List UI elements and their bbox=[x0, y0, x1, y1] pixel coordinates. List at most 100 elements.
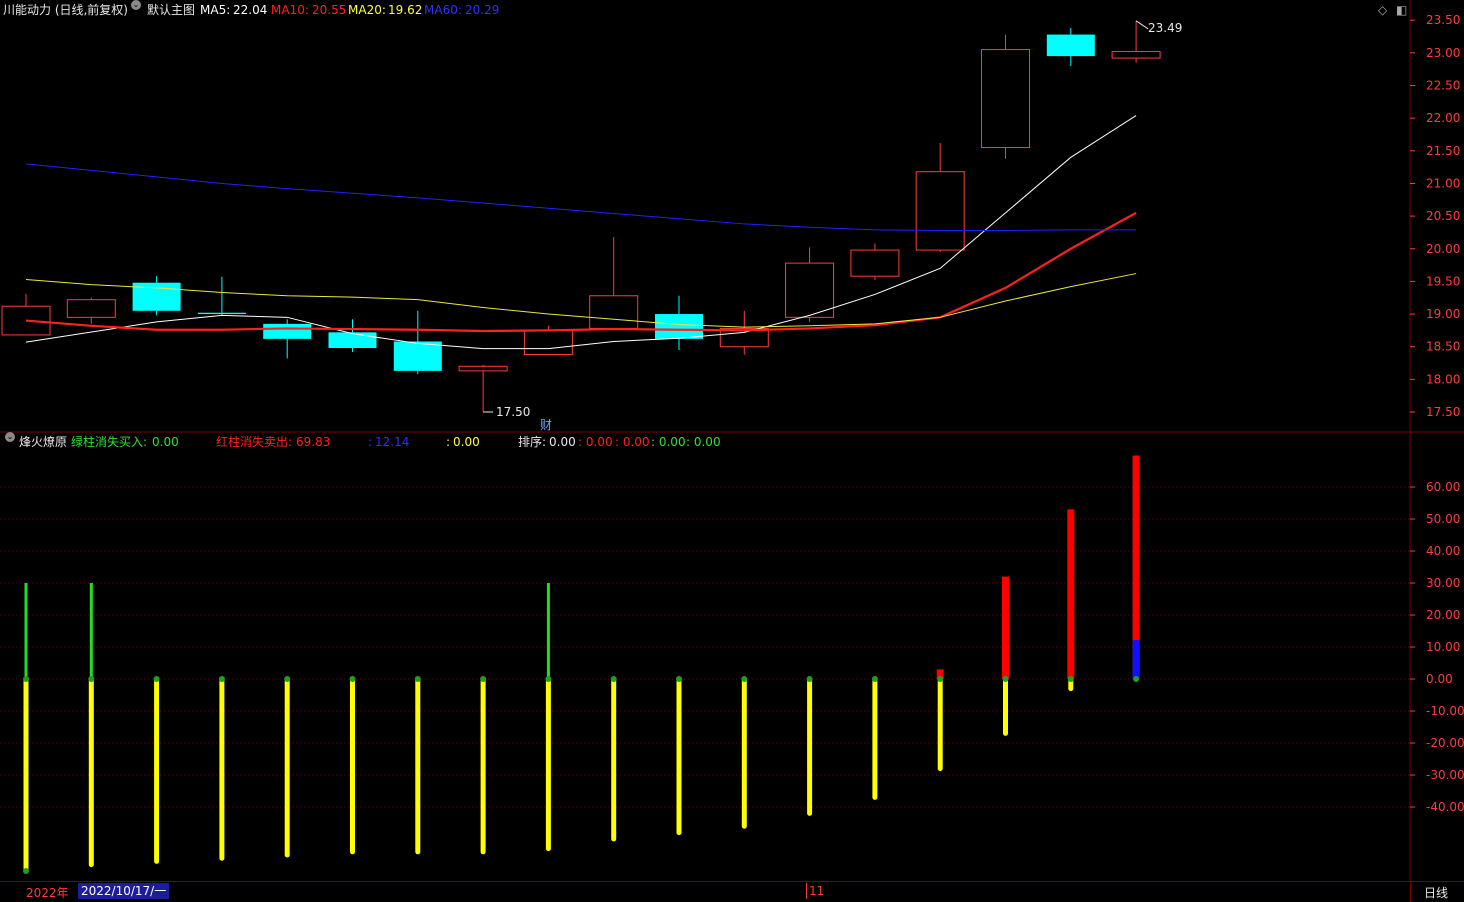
high-price-label: 23.49 bbox=[1148, 21, 1183, 35]
indicator-axis: 60.00 50.00 40.00 30.00 20.00 10.00 0.00 -10.00… bbox=[1410, 480, 1464, 814]
blue-label: : bbox=[368, 435, 373, 449]
low-price-label: 17.50 bbox=[496, 405, 531, 419]
month-divider bbox=[806, 883, 807, 899]
candle-body bbox=[981, 49, 1030, 149]
candle-body bbox=[1111, 51, 1161, 59]
yellow-label: : bbox=[446, 435, 451, 449]
high-price-pointer bbox=[1135, 20, 1149, 30]
blue-value: 12.14 bbox=[375, 435, 410, 449]
price-tick-label: 19.00 bbox=[1426, 307, 1460, 321]
indicator-tick-label: 30.00 bbox=[1426, 576, 1460, 590]
indicator-tick-label: -30.00 bbox=[1426, 768, 1464, 782]
window-restore-icon[interactable]: ◧ bbox=[1396, 0, 1407, 20]
zero-dot bbox=[88, 676, 95, 682]
price-tick-label: 20.50 bbox=[1426, 209, 1460, 223]
candle-body bbox=[328, 332, 377, 349]
moving-average-lines bbox=[25, 115, 1137, 350]
zero-dot bbox=[676, 676, 682, 682]
zero-dot bbox=[610, 676, 617, 682]
sort-value: 0.00 bbox=[549, 435, 576, 449]
price-tick-label: 21.50 bbox=[1426, 144, 1460, 158]
annotations bbox=[483, 20, 1149, 413]
stock-title[interactable]: 川能动力 (日线,前复权) bbox=[3, 0, 128, 20]
extra-value-3: : 0.00 bbox=[651, 435, 686, 449]
ma-line-ma60 bbox=[25, 163, 1137, 231]
candle-body bbox=[458, 365, 508, 372]
zero-dot bbox=[218, 676, 225, 682]
indicator-tick-label: 60.00 bbox=[1426, 480, 1460, 494]
candle-body bbox=[655, 314, 703, 339]
candle-body bbox=[589, 295, 639, 329]
price-tick-label: 20.00 bbox=[1426, 242, 1460, 256]
indicator-tick-label: 20.00 bbox=[1426, 608, 1460, 622]
extra-value-1: : 0.00 bbox=[578, 435, 613, 449]
price-tick-label: 22.00 bbox=[1426, 111, 1460, 125]
candlestick-series bbox=[1, 20, 1161, 412]
cursor-date: 2022/10/17/一 bbox=[78, 883, 170, 899]
financial-report-marker[interactable]: 财 bbox=[540, 416, 552, 433]
candle-body bbox=[66, 299, 116, 318]
candle-body bbox=[197, 312, 246, 315]
ma5-value: 22.04 bbox=[233, 3, 268, 17]
time-axis-bar: 2022年 2022/10/17/一 11 bbox=[0, 881, 1410, 902]
price-tick-label: 18.50 bbox=[1426, 340, 1460, 354]
zero-dot bbox=[414, 676, 421, 682]
indicator-tick-label: -10.00 bbox=[1426, 704, 1464, 718]
low-dot bbox=[23, 868, 29, 874]
price-axis: 23.50 23.00 22.50 22.00 21.50 21.00 20.50 20.00… bbox=[1410, 13, 1460, 419]
zero-dot bbox=[937, 676, 944, 682]
zero-dot bbox=[806, 676, 813, 682]
indicator-tick-label: 50.00 bbox=[1426, 512, 1460, 526]
price-tick-label: 17.50 bbox=[1426, 405, 1460, 419]
ma20-value: 19.62 bbox=[388, 3, 423, 17]
indicator-tick-label: -40.00 bbox=[1426, 800, 1464, 814]
price-tick-label: 23.50 bbox=[1426, 13, 1460, 27]
zero-dot bbox=[284, 676, 291, 682]
zero-dot bbox=[1133, 676, 1140, 682]
diamond-icon[interactable]: ◇ bbox=[1378, 0, 1387, 20]
candle-body bbox=[393, 341, 442, 371]
ma10-value: 20.55 bbox=[312, 3, 347, 17]
zero-dot bbox=[23, 676, 29, 682]
zero-dot bbox=[480, 676, 487, 682]
candle-body bbox=[263, 323, 312, 339]
indicator-name[interactable]: 烽火燎原 bbox=[19, 432, 67, 452]
zero-dot bbox=[153, 676, 160, 682]
period-selector[interactable]: 日线 bbox=[1410, 881, 1464, 902]
candle-body bbox=[1046, 34, 1095, 57]
indicator-bars bbox=[23, 455, 1140, 874]
price-tick-label: 18.00 bbox=[1426, 372, 1460, 386]
year-label: 2022年 bbox=[26, 886, 69, 900]
ma-line-ma5 bbox=[25, 115, 1137, 350]
zero-dot bbox=[741, 676, 748, 682]
month-label: 11 bbox=[809, 884, 825, 898]
indicator-tick-label: 0.00 bbox=[1426, 672, 1453, 686]
indicator-tick-label: 10.00 bbox=[1426, 640, 1460, 654]
candle-body bbox=[850, 249, 900, 277]
indicator-tick-label: 40.00 bbox=[1426, 544, 1460, 558]
ma5-label: MA5: bbox=[200, 3, 231, 17]
ma60-value: 20.29 bbox=[465, 3, 500, 17]
zero-dot bbox=[1067, 676, 1074, 682]
template-name[interactable]: 默认主图 bbox=[147, 0, 195, 20]
zero-dot bbox=[545, 676, 552, 682]
indicator-tick-label: -20.00 bbox=[1426, 736, 1464, 750]
sort-label: 排序: bbox=[518, 435, 547, 449]
ma-line-ma20 bbox=[25, 273, 1137, 328]
red-value: 69.83 bbox=[296, 435, 331, 449]
ma60-label: MA60: bbox=[424, 3, 462, 17]
ma10-label: MA10: bbox=[271, 3, 309, 17]
price-tick-label: 23.00 bbox=[1426, 46, 1460, 60]
price-tick-label: 22.50 bbox=[1426, 79, 1460, 93]
red-label: 红柱消失卖出: bbox=[216, 435, 293, 449]
zero-dot bbox=[349, 676, 356, 682]
period-label[interactable]: 日线 bbox=[1424, 884, 1448, 901]
candle-body bbox=[523, 329, 573, 356]
yellow-value: 0.00 bbox=[453, 435, 480, 449]
ma20-label: MA20: bbox=[348, 3, 386, 17]
price-tick-label: 19.50 bbox=[1426, 274, 1460, 288]
green-value: 0.00 bbox=[152, 435, 179, 449]
zero-dot bbox=[871, 676, 878, 682]
price-tick-label: 21.00 bbox=[1426, 176, 1460, 190]
extra-value-2: : 0.00 bbox=[615, 435, 650, 449]
